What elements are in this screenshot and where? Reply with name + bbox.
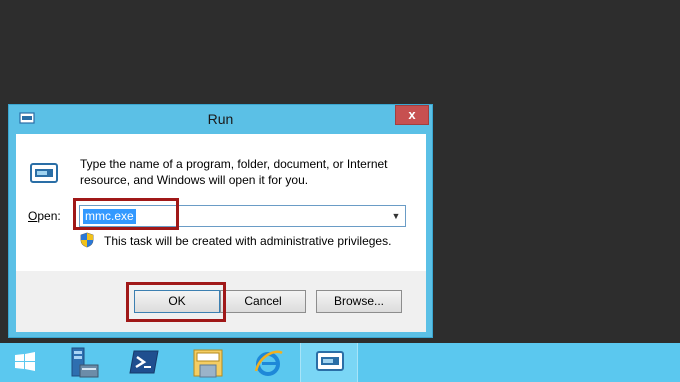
run-program-icon bbox=[30, 163, 58, 183]
taskbar-run-dialog[interactable] bbox=[300, 343, 358, 382]
run-dialog: Run x Type the name of a program, folder… bbox=[8, 104, 433, 338]
open-label: Open: bbox=[28, 209, 61, 223]
server-manager-icon bbox=[71, 347, 99, 378]
highlight-ok-button bbox=[126, 282, 226, 322]
highlight-open-input bbox=[73, 198, 179, 230]
taskbar-file-explorer[interactable] bbox=[180, 343, 232, 382]
browse-button[interactable]: Browse... bbox=[316, 290, 402, 313]
title-bar[interactable]: Run x bbox=[9, 105, 432, 133]
taskbar-internet-explorer[interactable] bbox=[242, 343, 294, 382]
dialog-title: Run bbox=[207, 111, 234, 127]
taskbar-powershell[interactable] bbox=[118, 343, 170, 382]
taskbar bbox=[0, 343, 680, 382]
uac-shield-icon bbox=[80, 232, 94, 248]
close-button[interactable]: x bbox=[395, 105, 429, 125]
content-area: Type the name of a program, folder, docu… bbox=[16, 134, 426, 271]
start-button[interactable] bbox=[0, 343, 52, 382]
file-explorer-icon bbox=[193, 349, 223, 378]
chevron-down-icon[interactable]: ▼ bbox=[390, 209, 402, 223]
close-icon: x bbox=[408, 107, 416, 122]
privilege-text: This task will be created with administr… bbox=[104, 234, 392, 248]
cancel-button[interactable]: Cancel bbox=[220, 290, 306, 313]
internet-explorer-icon bbox=[254, 350, 283, 376]
run-dialog-icon bbox=[316, 351, 344, 371]
taskbar-server-manager[interactable] bbox=[56, 343, 108, 382]
description-text: Type the name of a program, folder, docu… bbox=[80, 157, 388, 187]
windows-start-icon bbox=[15, 352, 35, 371]
powershell-icon bbox=[129, 350, 159, 374]
dialog-body: Type the name of a program, folder, docu… bbox=[16, 134, 426, 332]
